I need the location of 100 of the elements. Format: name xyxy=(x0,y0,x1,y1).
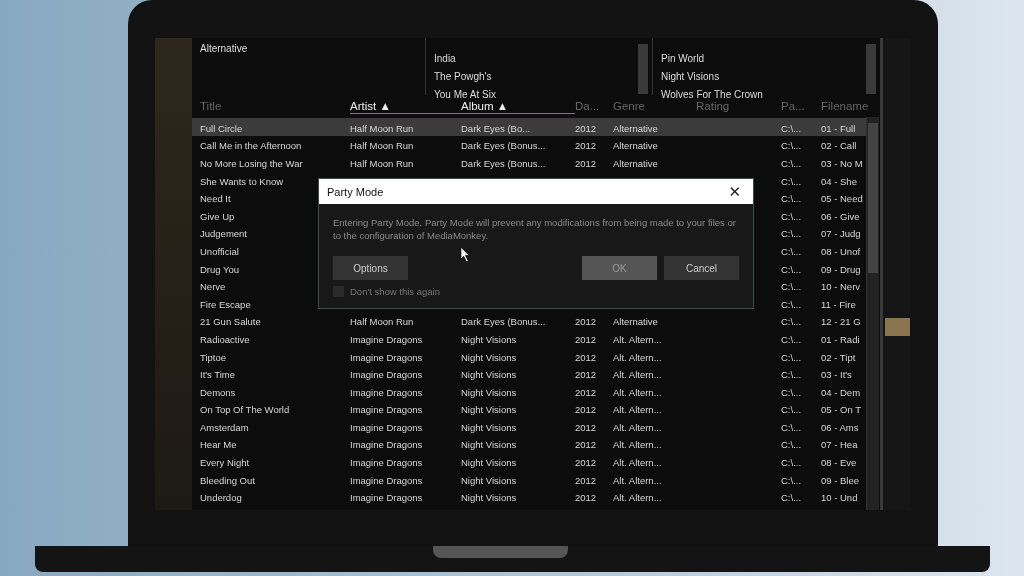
table-cell: Imagine Dragons xyxy=(350,457,423,469)
table-row[interactable]: On Top Of The World Imagine Dragons Night Visions 2012 Alt. Altern... C:\... 05 - On T xyxy=(192,399,866,418)
table-cell: C:\... xyxy=(781,245,802,257)
table-cell: Imagine Dragons xyxy=(350,386,423,398)
table-cell: Half Moon Run xyxy=(350,316,414,328)
table-cell: Nerve xyxy=(200,281,226,293)
table-row[interactable]: Every Night Imagine Dragons Night Visions 2012 Alt. Altern... C:\... 08 - Eve xyxy=(192,452,866,470)
table-row[interactable]: Call Me in the Afternoon Half Moon Run Dark Eyes (Bonus... 2012 Alternative C:\... 02 - Call xyxy=(192,135,866,154)
table-cell: 2012 xyxy=(575,404,597,416)
table-cell: 21 Gun Salute xyxy=(200,316,261,328)
options-button[interactable]: Options xyxy=(333,256,408,280)
album-item[interactable]: Pin World xyxy=(661,52,863,66)
table-cell: 03 - No M xyxy=(821,158,863,169)
table-row[interactable]: It's Time Imagine Dragons Night Visions 2012 Alt. Altern... C:\... 03 - It's xyxy=(192,364,866,382)
table-cell: Alternative xyxy=(613,140,658,152)
table-cell: Half Moon Run xyxy=(350,158,414,169)
artist-item[interactable]: The Powgh's xyxy=(434,70,635,84)
close-button[interactable]: ✕ xyxy=(716,182,753,201)
table-cell: Alt. Altern... xyxy=(613,474,662,486)
table-cell: Imagine Dragons xyxy=(350,333,423,345)
table-row[interactable]: Underdog Imagine Dragons Night Visions 2012 Alt. Altern... C:\... 10 - Und xyxy=(192,487,866,506)
checkbox-label: Don't show this again xyxy=(350,286,440,297)
table-cell: Night Visions xyxy=(461,404,517,416)
table-cell: Night Visions xyxy=(461,457,517,469)
table-row[interactable]: Tiptoe Imagine Dragons Night Visions 2012 Alt. Altern... C:\... 02 - Tipt xyxy=(192,346,866,365)
table-cell: C:\... xyxy=(781,333,802,345)
table-cell: Bleeding Out xyxy=(200,474,255,486)
table-cell: Alt. Altern... xyxy=(613,492,662,504)
column-header[interactable]: Album ▲ xyxy=(461,98,575,114)
genre-item[interactable]: Alternative xyxy=(200,42,417,56)
table-cell: Half Moon Run xyxy=(350,140,414,152)
artist-item[interactable]: India xyxy=(434,52,635,66)
table-cell: Call Me in the Afternoon xyxy=(200,140,302,152)
table-row[interactable]: No More Losing the War Half Moon Run Dark Eyes (Bonus... 2012 Alternative C:\... 03 - No M xyxy=(192,153,866,171)
table-cell: Night Visions xyxy=(461,386,517,398)
scrollbar[interactable] xyxy=(866,117,879,510)
table-cell: 02 - Tipt xyxy=(821,351,856,363)
table-cell: 05 - On T xyxy=(821,404,861,416)
selected-row[interactable]: Full Circle Half Moon Run Dark Eyes (Bo... 2012 Alternative C:\... 01 - Full xyxy=(192,118,866,136)
table-row[interactable]: Amsterdam Imagine Dragons Night Visions 2012 Alt. Altern... C:\... 06 - Ams xyxy=(192,417,866,435)
table-cell: C:\... xyxy=(781,316,802,328)
table-cell: 02 - Call xyxy=(821,140,857,152)
table-cell: Night Visions xyxy=(461,474,517,486)
table-cell: 09 - Blee xyxy=(821,474,860,486)
table-cell: Hear Me xyxy=(200,439,237,451)
table-cell: 03 - It's xyxy=(821,369,852,381)
table-cell: 2012 xyxy=(575,140,597,152)
table-cell: C:\... xyxy=(781,140,802,152)
table-cell: 10 - Und xyxy=(821,492,858,504)
table-cell: Imagine Dragons xyxy=(350,439,423,451)
table-cell: Imagine Dragons xyxy=(350,421,423,433)
table-row[interactable]: Hear Me Imagine Dragons Night Visions 2012 Alt. Altern... C:\... 07 - Hea xyxy=(192,434,866,453)
table-cell: Night Visions xyxy=(461,492,517,504)
dialog-title: Party Mode xyxy=(327,185,384,198)
table-cell: 07 - Hea xyxy=(821,439,858,451)
table-cell: C:\... xyxy=(781,210,802,222)
album-item[interactable]: Wolves For The Crown xyxy=(661,88,863,102)
table-cell: Every Night xyxy=(200,457,250,469)
table-cell: 06 - Give xyxy=(821,210,860,222)
table-cell: Alt. Altern... xyxy=(613,457,662,469)
table-cell: It's Time xyxy=(200,369,236,381)
table-cell: She Wants to Know xyxy=(200,175,284,187)
table-cell: Demons xyxy=(200,386,236,398)
album-item[interactable]: Night Visions xyxy=(661,70,863,84)
table-cell: 08 - Eve xyxy=(821,457,857,469)
table-cell: No More Losing the War xyxy=(200,158,303,169)
table-row[interactable]: Radioactive Imagine Dragons Night Visions 2012 Alt. Altern... C:\... 01 - Radi xyxy=(192,329,866,347)
table-cell: Underdog xyxy=(200,492,242,504)
table-cell: 01 - Full xyxy=(821,122,856,134)
table-cell: 2012 xyxy=(575,439,597,451)
cancel-button[interactable]: Cancel xyxy=(664,256,739,280)
table-cell: Alternative xyxy=(613,158,658,169)
table-cell: Alt. Altern... xyxy=(613,369,662,381)
table-cell: Imagine Dragons xyxy=(350,404,423,416)
table-cell: Full Circle xyxy=(200,122,243,134)
table-cell: Fire Escape xyxy=(200,298,251,310)
scrollbar[interactable] xyxy=(866,44,876,94)
table-cell: 2012 xyxy=(575,369,597,381)
table-cell: Dark Eyes (Bonus... xyxy=(461,158,546,169)
table-cell: Dark Eyes (Bonus... xyxy=(461,316,546,328)
table-row[interactable]: Bleeding Out Imagine Dragons Night Visions 2012 Alt. Altern... C:\... 09 - Blee xyxy=(192,469,866,488)
table-cell: 2012 xyxy=(575,421,597,433)
table-cell: 2012 xyxy=(575,474,597,486)
table-row[interactable]: 21 Gun Salute Half Moon Run Dark Eyes (Bonus... 2012 Alternative C:\... 12 - 21 G xyxy=(192,311,866,330)
table-row[interactable]: Demons Imagine Dragons Night Visions 2012 Alt. Altern... C:\... 04 - Dem xyxy=(192,381,866,400)
table-cell: Alternative xyxy=(613,316,658,328)
column-header[interactable]: Rating xyxy=(696,99,781,113)
table-cell: 2012 xyxy=(575,457,597,469)
table-cell: Alt. Altern... xyxy=(613,421,662,433)
cursor-icon xyxy=(460,246,471,263)
table-cell: Alternative xyxy=(613,122,658,134)
table-cell: 2012 xyxy=(575,492,597,504)
table-cell: C:\... xyxy=(781,421,802,433)
table-cell: Alt. Altern... xyxy=(613,351,662,363)
table-cell: Night Visions xyxy=(461,439,517,451)
column-header[interactable]: Artist ▲ xyxy=(350,98,461,114)
scrollbar[interactable] xyxy=(638,44,648,94)
table-cell: C:\... xyxy=(781,158,802,169)
table-cell: 2012 xyxy=(575,351,597,363)
table-cell: 01 - Radi xyxy=(821,333,860,345)
